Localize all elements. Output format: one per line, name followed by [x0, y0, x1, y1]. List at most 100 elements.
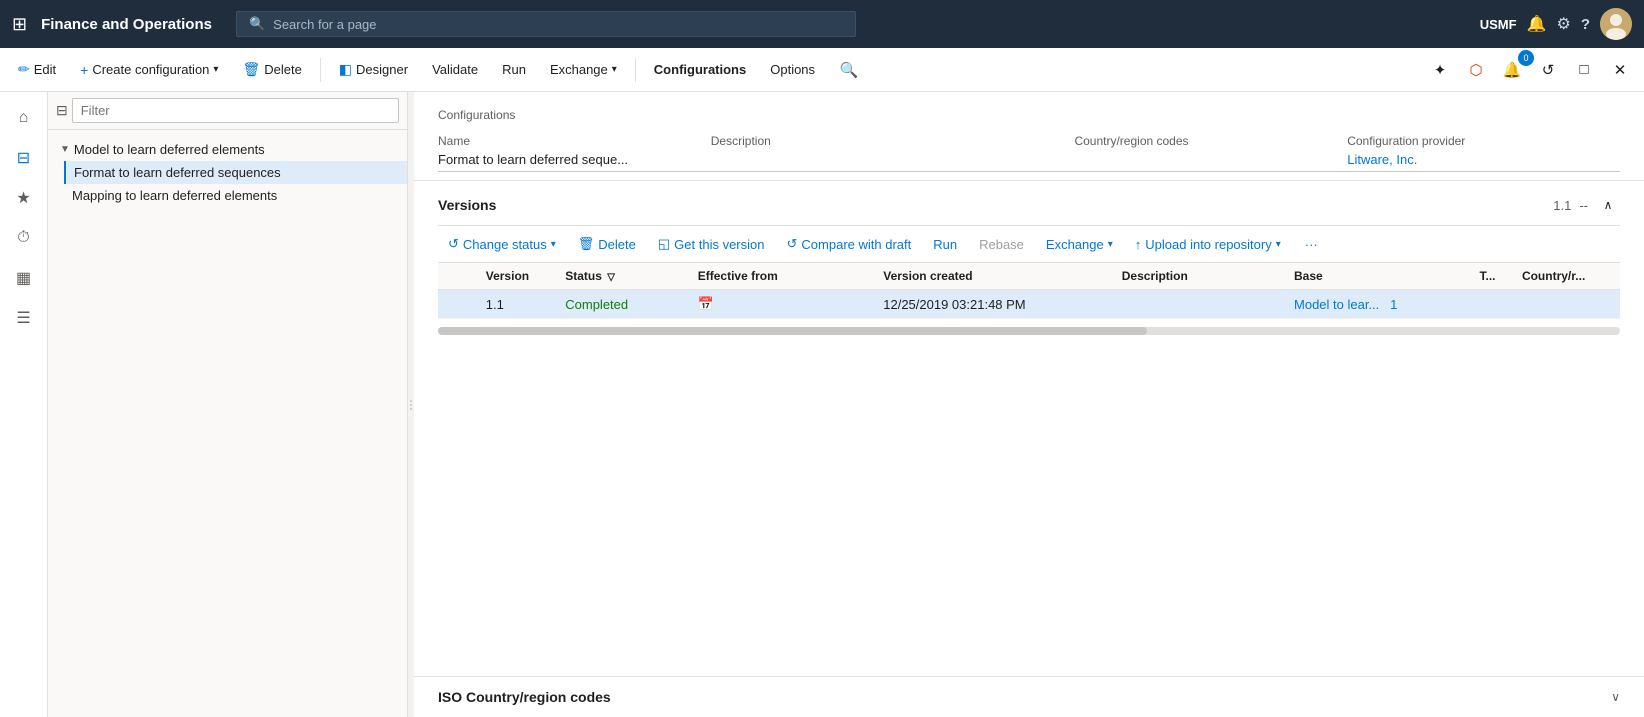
- versions-collapse-button[interactable]: ∧: [1596, 193, 1620, 217]
- status-badge: Completed: [565, 297, 628, 312]
- resize-dots: [410, 400, 412, 410]
- cmd-separator-1: [320, 58, 321, 82]
- compare-with-draft-button[interactable]: ↺ Compare with draft: [777, 232, 922, 256]
- cmd-search-button[interactable]: 🔍: [833, 54, 865, 86]
- col-header-effective[interactable]: Effective from: [690, 263, 876, 290]
- tree-panel: ⊟ ▼ Model to learn deferred elements For…: [48, 92, 408, 717]
- plus-icon: +: [80, 62, 88, 78]
- bell-icon[interactable]: 🔔: [1527, 14, 1547, 34]
- cmd-right-controls: ✦ ⬡ 🔔 0 ↺ □ ✕: [1424, 54, 1636, 86]
- description-value: [711, 152, 1075, 172]
- maximize-icon-button[interactable]: □: [1568, 54, 1600, 86]
- configurations-button[interactable]: Configurations: [644, 58, 756, 81]
- config-field-name: Name Format to learn deferred seque...: [438, 134, 711, 172]
- config-field-description: Description: [711, 134, 1075, 172]
- search-icon: 🔍: [249, 16, 265, 32]
- cmd-separator-2: [635, 58, 636, 82]
- versions-delete-icon: 🗑: [578, 236, 595, 252]
- user-avatar[interactable]: [1600, 8, 1632, 40]
- tree-child-mapping[interactable]: Mapping to learn deferred elements: [64, 184, 407, 207]
- sidebar-item-home[interactable]: ⌂: [6, 100, 42, 136]
- cell-effective: 📅: [690, 290, 876, 319]
- scrollbar-thumb[interactable]: [438, 327, 1147, 335]
- name-value: Format to learn deferred seque...: [438, 152, 711, 172]
- versions-delete-button[interactable]: 🗑 Delete: [568, 232, 646, 256]
- versions-controls: 1.1 -- ∧: [1553, 193, 1620, 217]
- horizontal-scrollbar[interactable]: [438, 327, 1620, 335]
- base-version-link[interactable]: 1: [1390, 297, 1397, 312]
- provider-value[interactable]: Litware, Inc.: [1347, 152, 1620, 172]
- grid-menu-icon[interactable]: ⊞: [12, 14, 27, 35]
- iso-section-title: ISO Country/region codes: [438, 689, 611, 705]
- iso-chevron-icon: ∨: [1611, 690, 1620, 704]
- versions-table: Version Status ▽ Effective from Version …: [438, 263, 1620, 319]
- cell-description: [1114, 290, 1286, 319]
- col-header-created[interactable]: Version created: [875, 263, 1114, 290]
- options-button[interactable]: Options: [760, 58, 825, 81]
- search-input[interactable]: [273, 17, 843, 32]
- cell-t: [1472, 290, 1514, 319]
- get-version-icon: ◱: [658, 236, 670, 252]
- versions-title: Versions: [438, 197, 496, 213]
- config-field-country: Country/region codes: [1074, 134, 1347, 172]
- upload-repository-button[interactable]: ↑ Upload into repository ▾: [1125, 233, 1291, 256]
- col-header-country[interactable]: Country/r...: [1514, 263, 1620, 290]
- table-row[interactable]: 1.1 Completed 📅 12/25/2019 03:21:48 PM: [438, 290, 1620, 319]
- refresh-icon-button[interactable]: ↺: [1532, 54, 1564, 86]
- delete-button[interactable]: 🗑 Delete: [232, 57, 311, 82]
- cell-version: 1.1: [478, 290, 558, 319]
- col-header-status[interactable]: Status ▽: [557, 263, 690, 290]
- cell-created: 12/25/2019 03:21:48 PM: [875, 290, 1114, 319]
- notification-badge: 0: [1518, 50, 1534, 66]
- col-header-r[interactable]: [438, 263, 478, 290]
- col-header-description[interactable]: Description: [1114, 263, 1286, 290]
- edit-button[interactable]: ✏ Edit: [8, 57, 66, 82]
- versions-exchange-button[interactable]: Exchange ▾: [1036, 233, 1123, 256]
- status-filter-icon: ▽: [607, 272, 615, 283]
- col-header-t[interactable]: T...: [1472, 263, 1514, 290]
- search-bar[interactable]: 🔍: [236, 11, 856, 37]
- tree-mapping-label: Mapping to learn deferred elements: [72, 188, 277, 203]
- create-configuration-button[interactable]: + Create configuration ▾: [70, 58, 228, 82]
- sidebar-item-list[interactable]: ☰: [6, 300, 42, 336]
- versions-table-wrapper: Version Status ▽ Effective from Version …: [438, 263, 1620, 335]
- tree-children: Format to learn deferred sequences Mappi…: [48, 161, 407, 207]
- sidebar-item-star[interactable]: ★: [6, 180, 42, 216]
- filter-icon: ⊟: [56, 102, 68, 119]
- content-area: Configurations Name Format to learn defe…: [414, 92, 1644, 717]
- versions-more-button[interactable]: ···: [1295, 233, 1328, 256]
- versions-section: Versions 1.1 -- ∧ ↺ Change status ▾ 🗑 De…: [414, 181, 1644, 676]
- exchange-chevron-icon: ▾: [612, 64, 617, 75]
- tree-child-selected[interactable]: Format to learn deferred sequences: [64, 161, 407, 184]
- tree-toolbar: ⊟: [48, 92, 407, 130]
- base-link[interactable]: Model to lear...: [1294, 297, 1379, 312]
- versions-run-button[interactable]: Run: [923, 233, 967, 256]
- sidebar-item-table[interactable]: ▦: [6, 260, 42, 296]
- settings-icon-button[interactable]: ✦: [1424, 54, 1456, 86]
- gear-icon[interactable]: ⚙: [1556, 14, 1570, 34]
- col-header-base[interactable]: Base: [1286, 263, 1472, 290]
- filter-input[interactable]: [72, 98, 399, 123]
- col-header-version[interactable]: Version: [478, 263, 558, 290]
- change-status-icon: ↺: [448, 236, 459, 252]
- versions-separator: --: [1579, 198, 1588, 213]
- iso-section[interactable]: ISO Country/region codes ∨: [414, 676, 1644, 717]
- change-status-chevron: ▾: [551, 239, 556, 250]
- tree-parent-item[interactable]: ▼ Model to learn deferred elements: [48, 138, 407, 161]
- versions-table-body: 1.1 Completed 📅 12/25/2019 03:21:48 PM: [438, 290, 1620, 319]
- provider-label: Configuration provider: [1347, 134, 1620, 148]
- change-status-button[interactable]: ↺ Change status ▾: [438, 232, 566, 256]
- designer-button[interactable]: ◧ Designer: [329, 57, 418, 82]
- sidebar-item-clock[interactable]: ⏱: [6, 220, 42, 256]
- description-label: Description: [711, 134, 1075, 148]
- help-icon[interactable]: ?: [1581, 16, 1590, 33]
- close-icon-button[interactable]: ✕: [1604, 54, 1636, 86]
- office-icon-button[interactable]: ⬡: [1460, 54, 1492, 86]
- validate-button[interactable]: Validate: [422, 58, 488, 81]
- sidebar-item-filter[interactable]: ⊟: [6, 140, 42, 176]
- exchange-button[interactable]: Exchange ▾: [540, 58, 627, 81]
- rebase-button[interactable]: Rebase: [969, 233, 1034, 256]
- get-this-version-button[interactable]: ◱ Get this version: [648, 232, 775, 256]
- run-button[interactable]: Run: [492, 58, 536, 81]
- designer-icon: ◧: [339, 61, 352, 78]
